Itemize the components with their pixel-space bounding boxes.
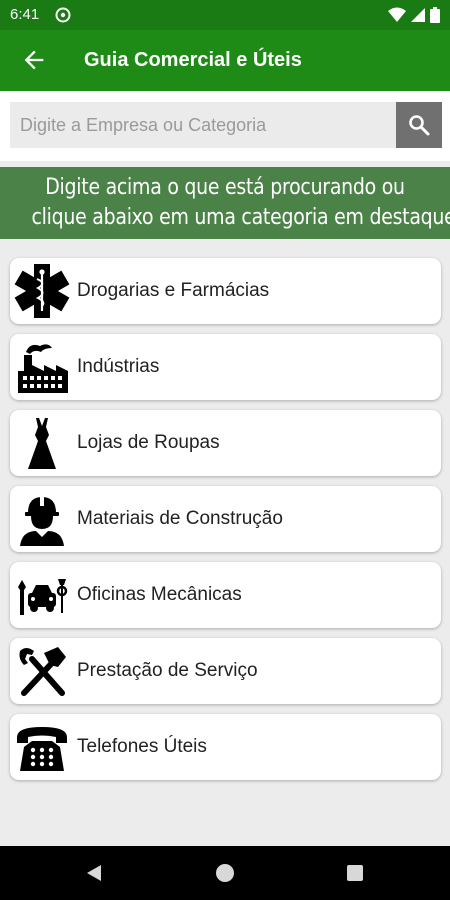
signal-icon (410, 8, 425, 22)
page-title: Guia Comercial e Úteis (84, 49, 302, 71)
category-label: Oficinas Mecânicas (77, 584, 242, 605)
search-icon (409, 115, 430, 136)
system-nav-bar (0, 846, 450, 900)
do-not-disturb-icon (55, 7, 71, 27)
category-item-industrias[interactable]: Indústrias (10, 334, 441, 400)
category-list: Drogarias e Farmácias Indústrias Lojas d… (10, 258, 441, 790)
status-bar: 6:41 (0, 0, 450, 30)
category-item-oficinas[interactable]: Oficinas Mecânicas (10, 562, 441, 628)
factory-icon (18, 344, 68, 393)
mechanic-icon (18, 579, 68, 615)
category-label: Drogarias e Farmácias (77, 280, 270, 301)
home-circle-icon[interactable] (215, 863, 235, 883)
search-input[interactable] (10, 102, 396, 148)
category-item-lojas-roupas[interactable]: Lojas de Roupas (10, 410, 441, 476)
category-label: Materiais de Construção (77, 508, 283, 529)
recents-square-icon[interactable] (346, 864, 364, 882)
banner-line-1: Digite acima o que está procurando ou (45, 175, 405, 200)
category-label: Telefones Úteis (77, 736, 207, 757)
category-label: Prestação de Serviço (77, 660, 258, 681)
category-item-drogarias[interactable]: Drogarias e Farmácias (10, 258, 441, 324)
battery-icon (430, 7, 440, 23)
dress-icon (28, 418, 56, 469)
category-item-prestacao-servico[interactable]: Prestação de Serviço (10, 638, 441, 704)
back-triangle-icon[interactable] (84, 863, 104, 883)
category-item-materiais-construcao[interactable]: Materiais de Construção (10, 486, 441, 552)
banner-line-2: clique abaixo em uma categoria em destaq… (31, 205, 450, 230)
category-label: Indústrias (77, 356, 160, 377)
instruction-banner: Digite acima o que está procurando ou cl… (0, 167, 450, 239)
status-time: 6:41 (10, 6, 40, 23)
medical-star-icon (14, 264, 70, 318)
hammer-wrench-icon (19, 647, 66, 696)
construction-worker-icon (20, 496, 64, 546)
arrow-left-icon[interactable] (20, 46, 48, 74)
status-icons (387, 7, 440, 27)
search-bar (0, 91, 450, 161)
wifi-icon (387, 7, 406, 22)
telephone-icon (17, 727, 67, 771)
category-label: Lojas de Roupas (77, 432, 220, 453)
category-item-telefones[interactable]: Telefones Úteis (10, 714, 441, 780)
search-button[interactable] (396, 102, 442, 148)
app-bar: Guia Comercial e Úteis (0, 30, 450, 91)
